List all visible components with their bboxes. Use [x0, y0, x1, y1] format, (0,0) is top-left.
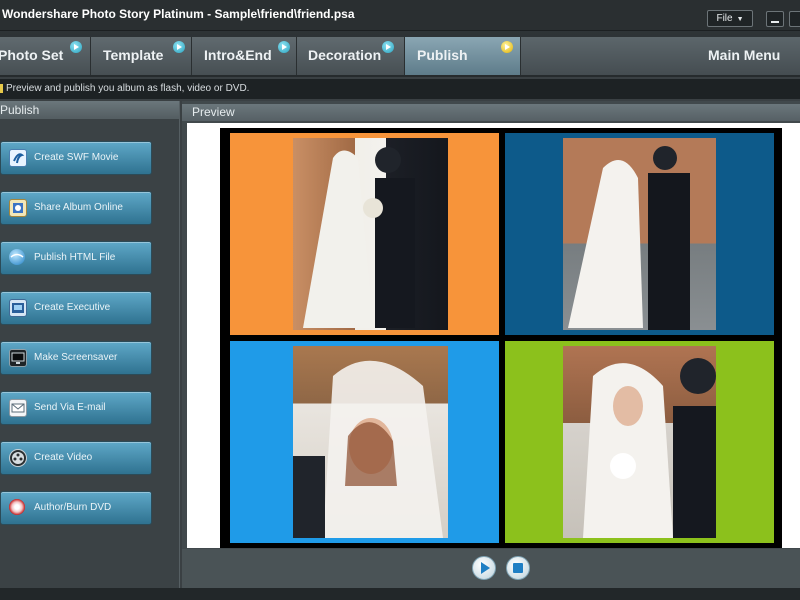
tab-template[interactable]: Template [91, 37, 192, 75]
window-title: Wondershare Photo Story Platinum - Sampl… [2, 7, 355, 21]
tab-label: Template [103, 47, 164, 63]
swf-movie-icon [9, 149, 27, 167]
hint-icon [0, 84, 3, 93]
publish-html-file-label: Publish HTML File [34, 252, 116, 263]
create-swf-movie-button[interactable]: Create SWF Movie [0, 141, 152, 175]
make-screensaver-label: Make Screensaver [34, 352, 118, 363]
arrow-right-icon [70, 41, 82, 53]
tab-label: Intro&End [204, 47, 272, 63]
wedding-photo-1 [293, 138, 448, 330]
minimize-button[interactable] [766, 11, 784, 27]
publish-panel-header: Publish [0, 101, 179, 119]
tab-label: Photo Set [0, 47, 64, 63]
create-video-button[interactable]: Create Video [0, 441, 152, 475]
create-swf-movie-label: Create SWF Movie [34, 152, 119, 163]
author-burn-dvd-label: Author/Burn DVD [34, 502, 112, 513]
play-button[interactable] [472, 556, 496, 580]
executable-icon [9, 299, 27, 317]
make-screensaver-button[interactable]: Make Screensaver [0, 341, 152, 375]
send-via-email-button[interactable]: Send Via E-mail [0, 391, 152, 425]
preview-cell-1 [230, 133, 499, 335]
share-online-icon [9, 199, 27, 217]
arrow-right-icon [278, 41, 290, 53]
tab-decoration[interactable]: Decoration [297, 37, 405, 75]
playback-controls [182, 549, 800, 588]
preview-header: Preview [182, 104, 800, 121]
status-bar [0, 588, 800, 600]
author-burn-dvd-button[interactable]: Author/Burn DVD [0, 491, 152, 525]
tab-photo-set[interactable]: Photo Set [0, 37, 91, 75]
video-reel-icon [9, 449, 27, 467]
arrow-right-icon [501, 41, 513, 53]
preview-stage [187, 123, 800, 548]
tab-label: Publish [417, 47, 468, 63]
tab-intro-end[interactable]: Intro&End [192, 37, 297, 75]
tab-label: Main Menu [708, 47, 781, 63]
main-tab-bar: Photo Set Template Intro&End Decoration … [0, 31, 800, 77]
maximize-button[interactable] [789, 11, 800, 27]
arrow-right-icon [382, 41, 394, 53]
preview-cell-2 [505, 133, 774, 335]
wedding-photo-3 [293, 346, 448, 538]
arrow-right-icon [173, 41, 185, 53]
hint-bar: Preview and publish you album as flash, … [0, 79, 800, 99]
dvd-disc-icon [9, 499, 25, 515]
tab-label: Decoration [308, 47, 382, 63]
create-executive-label: Create Executive [34, 302, 111, 313]
chevron-down-icon: ▼ [736, 16, 744, 23]
share-album-online-button[interactable]: Share Album Online [0, 191, 152, 225]
html-file-icon [9, 249, 25, 265]
app-window: Wondershare Photo Story Platinum - Sampl… [0, 0, 800, 600]
preview-panel: Preview [182, 101, 800, 588]
file-menu-label: File [716, 13, 733, 24]
publish-panel-title: Publish [0, 103, 40, 117]
create-executive-button[interactable]: Create Executive [0, 291, 152, 325]
preview-title: Preview [192, 105, 235, 119]
publish-panel: Publish Create SWF Movie Share Album Onl… [0, 101, 180, 588]
title-bar: Wondershare Photo Story Platinum - Sampl… [0, 0, 800, 31]
email-icon [9, 399, 27, 417]
stop-button[interactable] [506, 556, 530, 580]
file-menu-button[interactable]: File ▼ [707, 10, 753, 27]
screensaver-icon [9, 349, 27, 367]
send-via-email-label: Send Via E-mail [34, 402, 106, 413]
hint-text: Preview and publish you album as flash, … [6, 83, 250, 94]
tab-main-menu[interactable]: Main Menu [521, 37, 800, 75]
preview-cell-4 [505, 341, 774, 543]
create-video-label: Create Video [34, 452, 93, 463]
wedding-photo-4 [563, 346, 716, 538]
preview-cell-3 [230, 341, 499, 543]
share-album-online-label: Share Album Online [34, 202, 123, 213]
publish-html-file-button[interactable]: Publish HTML File [0, 241, 152, 275]
wedding-photo-2 [563, 138, 716, 330]
preview-grid [220, 128, 782, 548]
tab-publish[interactable]: Publish [405, 37, 521, 75]
